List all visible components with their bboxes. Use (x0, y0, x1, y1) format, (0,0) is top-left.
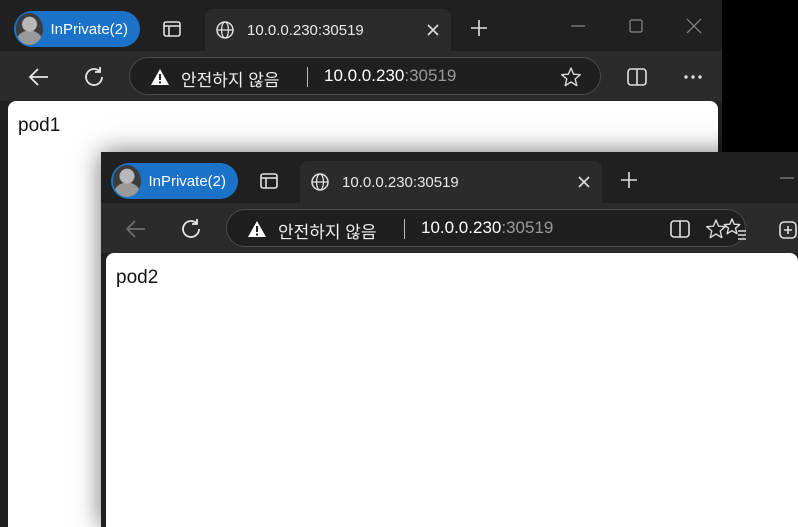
inprivate-label: InPrivate(2) (148, 172, 226, 190)
inprivate-profile-button[interactable]: InPrivate(2) (14, 11, 140, 47)
globe-icon (216, 21, 234, 39)
url-port: :30519 (501, 218, 554, 237)
not-secure-label[interactable]: 안전하지 않음 (181, 66, 280, 91)
tab-title: 10.0.0.230:30519 (342, 173, 459, 191)
plus-icon[interactable] (469, 18, 489, 38)
page-text: pod1 (18, 115, 61, 136)
active-tab[interactable]: 10.0.0.230:30519 (205, 9, 451, 51)
tab-actions-icon[interactable] (162, 19, 182, 39)
collections-icon[interactable] (776, 216, 798, 242)
back-arrow-icon[interactable] (26, 64, 52, 90)
navigation-toolbar: 안전하지 않음 10.0.0.230:30519 (101, 203, 798, 253)
address-bar[interactable]: 안전하지 않음 10.0.0.230:30519 (129, 57, 601, 95)
refresh-icon[interactable] (178, 216, 204, 242)
close-window-icon[interactable] (684, 16, 704, 36)
plus-icon[interactable] (619, 170, 639, 190)
maximize-icon[interactable] (626, 16, 646, 36)
url-host: 10.0.0.230 (421, 218, 502, 237)
url-port: :30519 (404, 66, 457, 85)
favorites-icon[interactable] (722, 216, 748, 242)
back-arrow-icon (125, 220, 145, 238)
split-screen-icon[interactable] (667, 216, 693, 242)
more-icon[interactable] (680, 64, 706, 90)
minimize-icon[interactable] (777, 168, 797, 188)
tab-strip: InPrivate(2) 10.0.0.230:30519 (101, 152, 798, 203)
tab-strip: InPrivate(2) 10.0.0.230:30519 (0, 0, 722, 51)
page-text: pod2 (116, 267, 159, 288)
address-separator (404, 219, 405, 239)
refresh-icon[interactable] (81, 64, 107, 90)
not-secure-label[interactable]: 안전하지 않음 (278, 218, 377, 243)
url-text[interactable]: 10.0.0.230:30519 (324, 66, 456, 86)
globe-icon (311, 173, 329, 191)
url-text[interactable]: 10.0.0.230:30519 (421, 218, 553, 238)
profile-avatar (113, 165, 142, 197)
browser-window-front: InPrivate(2) 10.0.0.230:30519 안전하지 않음 10… (101, 152, 798, 527)
tab-title: 10.0.0.230:30519 (247, 21, 364, 39)
address-separator (307, 67, 308, 87)
warning-icon[interactable] (247, 220, 267, 238)
close-icon[interactable] (577, 175, 591, 189)
inprivate-profile-button[interactable]: InPrivate(2) (111, 163, 238, 199)
tab-actions-icon[interactable] (259, 171, 279, 191)
url-host: 10.0.0.230 (324, 66, 405, 85)
active-tab[interactable]: 10.0.0.230:30519 (300, 161, 602, 203)
warning-icon[interactable] (150, 68, 170, 86)
navigation-toolbar: 안전하지 않음 10.0.0.230:30519 (0, 51, 722, 101)
page-content: pod2 (106, 253, 798, 527)
profile-avatar (16, 13, 44, 45)
close-icon[interactable] (426, 23, 440, 37)
split-screen-icon[interactable] (624, 64, 650, 90)
minimize-icon[interactable] (568, 16, 588, 36)
star-icon[interactable] (560, 66, 582, 88)
inprivate-label: InPrivate(2) (50, 20, 128, 38)
